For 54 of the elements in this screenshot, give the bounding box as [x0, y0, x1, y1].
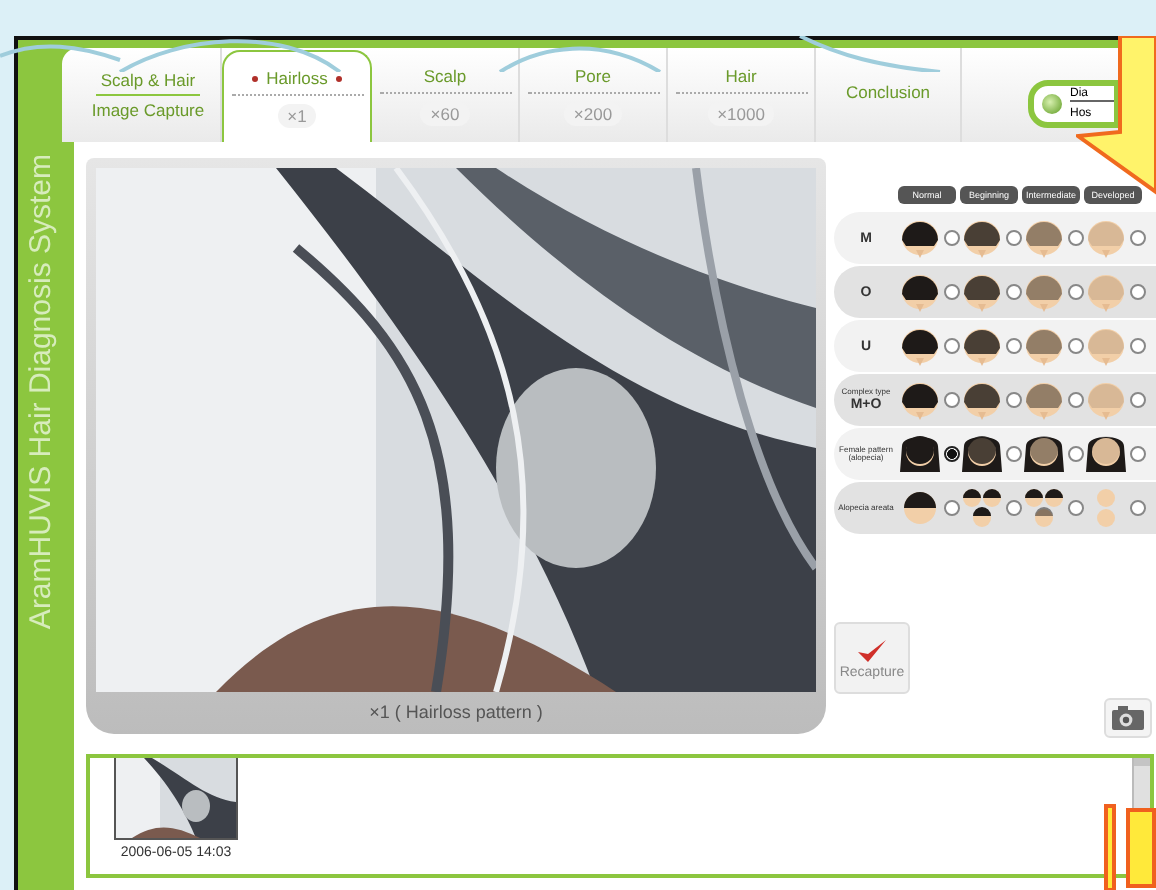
radio-button[interactable]: [1130, 392, 1146, 408]
radio-button[interactable]: [1068, 338, 1084, 354]
radio-button[interactable]: [1068, 284, 1084, 300]
head-icon: [1022, 218, 1066, 258]
highlight-marker: [1126, 808, 1156, 888]
radio-button[interactable]: [944, 446, 960, 462]
radio-button[interactable]: [1130, 446, 1146, 462]
head-icon: [960, 272, 1004, 312]
head-icon: [1022, 488, 1066, 528]
radio-button[interactable]: [944, 338, 960, 354]
radio-button[interactable]: [1068, 500, 1084, 516]
head-icon: [1084, 326, 1128, 366]
head-icon: [1022, 326, 1066, 366]
app-title: AramHUVIS Hair Diagnosis System: [23, 154, 57, 630]
checkmark-icon: [856, 637, 888, 665]
head-icon: [898, 326, 942, 366]
head-icon: [1022, 380, 1066, 420]
radio-button[interactable]: [1068, 230, 1084, 246]
radio-button[interactable]: [944, 500, 960, 516]
highlight-marker: [1104, 804, 1116, 890]
head-icon: [898, 272, 942, 312]
radio-button[interactable]: [944, 230, 960, 246]
radio-button[interactable]: [1006, 338, 1022, 354]
camera-button[interactable]: [1104, 698, 1152, 738]
head-icon: [898, 380, 942, 420]
radio-button[interactable]: [1006, 392, 1022, 408]
radio-button[interactable]: [1006, 230, 1022, 246]
head-icon: [960, 434, 1004, 474]
radio-button[interactable]: [1006, 446, 1022, 462]
radio-button[interactable]: [1068, 392, 1084, 408]
radio-button[interactable]: [944, 392, 960, 408]
radio-button[interactable]: [1130, 500, 1146, 516]
radio-button[interactable]: [944, 284, 960, 300]
tab[interactable]: Hairloss ×1: [222, 50, 372, 144]
head-icon: [960, 218, 1004, 258]
radio-button[interactable]: [1006, 500, 1022, 516]
head-icon: [1084, 380, 1128, 420]
head-icon: [960, 380, 1004, 420]
radio-button[interactable]: [1130, 284, 1146, 300]
head-icon: [898, 218, 942, 258]
head-icon: [898, 488, 942, 528]
head-icon: [960, 488, 1004, 528]
head-icon: [1084, 218, 1128, 258]
head-icon: [1084, 272, 1128, 312]
head-icon: [898, 434, 942, 474]
head-icon: [1022, 434, 1066, 474]
head-icon: [1084, 434, 1128, 474]
head-icon: [960, 326, 1004, 366]
head-icon: [1022, 272, 1066, 312]
radio-button[interactable]: [1068, 446, 1084, 462]
radio-button[interactable]: [1006, 284, 1022, 300]
image-caption: ×1 ( Hairloss pattern ): [369, 702, 543, 722]
radio-button[interactable]: [1130, 338, 1146, 354]
radio-button[interactable]: [1130, 230, 1146, 246]
